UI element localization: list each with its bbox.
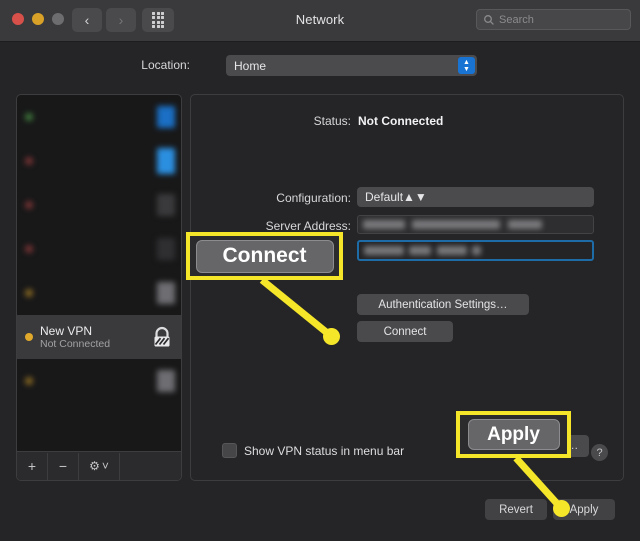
list-item[interactable]	[17, 139, 181, 183]
service-icon	[157, 106, 175, 128]
sidebar-footer: + − ⚙ ˅	[17, 451, 181, 480]
list-item[interactable]	[17, 227, 181, 271]
callout-apply: Apply	[456, 411, 571, 458]
status-dot	[25, 201, 33, 209]
service-icon	[157, 370, 175, 392]
show-vpn-status-checkbox-row[interactable]: Show VPN status in menu bar	[222, 443, 404, 458]
status-dot	[25, 113, 33, 121]
callout-connect-label: Connect	[195, 239, 334, 273]
status-dot	[25, 289, 33, 297]
chevron-up-down-icon[interactable]: ▲▼	[403, 190, 427, 204]
list-item[interactable]	[17, 183, 181, 227]
status-dot	[25, 157, 33, 165]
server-address-input[interactable]	[357, 215, 594, 234]
status-label: Status:	[313, 114, 351, 128]
sidebar-item-new-vpn[interactable]: New VPN Not Connected	[17, 315, 181, 359]
search-placeholder: Search	[499, 13, 534, 26]
list-item[interactable]	[17, 271, 181, 315]
service-icon	[157, 238, 175, 260]
service-icon	[157, 194, 175, 216]
status-dot	[25, 333, 33, 341]
account-name-input[interactable]	[357, 240, 594, 261]
sidebar-item-label: New VPN	[40, 323, 93, 338]
chevron-down-icon: ˅	[101, 459, 109, 473]
gear-icon: ⚙	[89, 459, 100, 473]
plus-icon: +	[27, 458, 37, 474]
location-popup-button[interactable]: Home ▲ ▼	[226, 55, 477, 76]
show-vpn-status-checkbox[interactable]	[222, 443, 237, 458]
service-actions-button[interactable]: ⚙ ˅	[79, 452, 120, 480]
service-icon	[157, 282, 175, 304]
list-item[interactable]	[17, 95, 181, 139]
network-preferences-window: ‹ › Network Search Location: Home ▲ ▼ Ne…	[0, 0, 640, 541]
search-field[interactable]: Search	[476, 9, 631, 30]
authentication-settings-button[interactable]: Authentication Settings…	[357, 294, 529, 315]
remove-service-button[interactable]: −	[48, 452, 79, 480]
server-address-label: Server Address:	[265, 219, 351, 233]
connect-button[interactable]: Connect	[357, 321, 453, 342]
search-icon	[484, 14, 494, 25]
callout-pointer-apply	[553, 500, 570, 517]
callout-connect: Connect	[186, 232, 343, 280]
configuration-value: Default	[365, 190, 404, 204]
callout-apply-label: Apply	[467, 419, 560, 450]
status-dot	[25, 245, 33, 253]
minus-icon: −	[58, 458, 68, 474]
status-value: Not Connected	[358, 114, 444, 128]
revert-button[interactable]: Revert	[485, 499, 547, 520]
callout-pointer-connect	[323, 328, 340, 345]
add-service-button[interactable]: +	[17, 452, 48, 480]
window-titlebar: ‹ › Network Search	[0, 0, 640, 42]
configuration-label: Configuration:	[276, 191, 351, 205]
service-icon	[157, 148, 175, 174]
configuration-popup-button[interactable]: Default ▲▼	[357, 187, 594, 207]
services-list: New VPN Not Connected	[17, 95, 181, 452]
help-button[interactable]: ?	[591, 444, 608, 461]
location-value: Home	[234, 58, 267, 73]
show-vpn-status-label: Show VPN status in menu bar	[244, 443, 405, 458]
sidebar-item-status: Not Connected	[40, 337, 111, 350]
location-row: Location: Home ▲ ▼	[0, 41, 640, 89]
vpn-lock-icon	[154, 326, 170, 347]
list-item[interactable]	[17, 359, 181, 403]
question-mark-icon: ?	[596, 446, 603, 459]
chevron-up-down-icon[interactable]: ▲▼	[458, 57, 475, 74]
status-dot	[25, 377, 33, 385]
services-sidebar: New VPN Not Connected + − ⚙ ˅	[16, 94, 182, 481]
location-label: Location:	[141, 58, 190, 72]
